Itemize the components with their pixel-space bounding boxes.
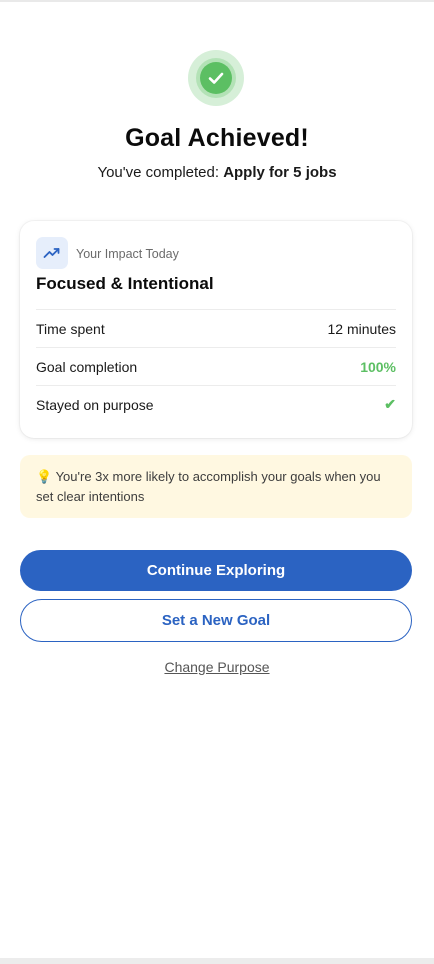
lightbulb-icon: 💡 — [36, 469, 53, 484]
stat-label: Stayed on purpose — [36, 396, 154, 413]
stat-row-stayed-on-purpose: Stayed on purpose ✔ — [36, 385, 396, 423]
bottom-divider — [0, 958, 434, 964]
goal-name: Apply for 5 jobs — [223, 164, 337, 181]
impact-eyebrow: Your Impact Today — [76, 247, 179, 261]
trending-up-icon — [36, 237, 68, 269]
success-badge-ring — [196, 58, 236, 98]
stat-value: 12 minutes — [327, 320, 396, 337]
continue-exploring-button[interactable]: Continue Exploring — [20, 550, 412, 591]
stat-row-goal-completion: Goal completion 100% — [36, 347, 396, 385]
stat-label: Time spent — [36, 320, 105, 337]
tip-box: 💡 You're 3x more likely to accomplish yo… — [20, 455, 412, 518]
impact-card: Your Impact Today Focused & Intentional … — [20, 221, 412, 438]
checkmark-icon — [208, 72, 224, 84]
stat-label: Goal completion — [36, 358, 138, 375]
check-icon: ✔ — [384, 396, 396, 412]
stat-value: 100% — [360, 358, 396, 375]
goal-summary-prefix: You've completed: — [97, 164, 224, 181]
page-title: Goal Achieved! — [125, 124, 309, 152]
top-divider — [0, 0, 434, 2]
change-purpose-link[interactable]: Change Purpose — [0, 659, 434, 675]
goal-summary: You've completed: Apply for 5 jobs — [0, 164, 434, 181]
tip-text: You're 3x more likely to accomplish your… — [36, 469, 381, 504]
impact-heading: Focused & Intentional — [36, 274, 214, 293]
success-badge-core — [200, 62, 232, 94]
stat-row-time-spent: Time spent 12 minutes — [36, 309, 396, 347]
set-new-goal-button[interactable]: Set a New Goal — [20, 599, 412, 642]
success-badge — [188, 50, 244, 106]
